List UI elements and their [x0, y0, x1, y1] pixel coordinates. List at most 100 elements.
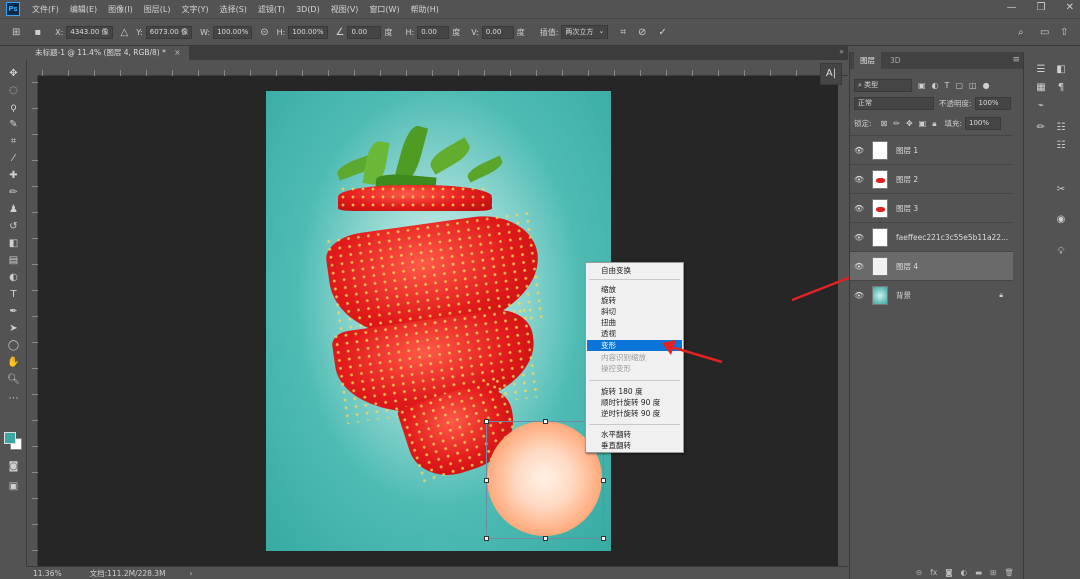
menu-item-scale[interactable]: 缩放: [587, 284, 682, 295]
menu-3d[interactable]: 3D(D): [296, 5, 320, 14]
eraser-tool-icon[interactable]: ◧: [5, 237, 22, 251]
tab-3d[interactable]: 3D: [884, 52, 907, 69]
menu-select[interactable]: 选择(S): [220, 4, 247, 15]
lock-move-icon[interactable]: ✥: [906, 119, 913, 128]
menu-item-distort[interactable]: 扭曲: [587, 317, 682, 328]
lock-transparency-icon[interactable]: ⊠: [881, 119, 888, 128]
transform-handle[interactable]: [484, 478, 489, 483]
menu-help[interactable]: 帮助(H): [411, 4, 439, 15]
close-icon[interactable]: ✕: [1066, 2, 1074, 13]
menu-item-rotate[interactable]: 旋转: [587, 295, 682, 306]
layer-row[interactable]: 👁︎ faeffeec221c3c55e5b11a22...: [850, 222, 1013, 251]
healing-tool-icon[interactable]: ✚: [5, 169, 22, 183]
brush-tool-icon[interactable]: ✏: [5, 186, 22, 200]
menu-edit[interactable]: 编辑(E): [70, 4, 97, 15]
menu-item-rotate-90-ccw[interactable]: 逆时针旋转 90 度: [587, 408, 682, 419]
menu-view[interactable]: 视图(V): [331, 4, 359, 15]
eyedropper-tool-icon[interactable]: ⁄: [5, 152, 22, 166]
properties-icon[interactable]: ☷: [1054, 122, 1068, 134]
screen-mode-icon[interactable]: ▣: [5, 480, 22, 494]
collapse-panel-icon[interactable]: »: [839, 47, 844, 56]
menu-image[interactable]: 图像(I): [108, 4, 133, 15]
zoom-level[interactable]: 11.36%: [33, 569, 62, 578]
history-icon[interactable]: ☰: [1034, 64, 1048, 76]
visibility-eye-icon[interactable]: 👁︎: [850, 175, 868, 184]
add-mask-icon[interactable]: ◙: [945, 568, 952, 577]
menu-window[interactable]: 窗口(W): [369, 4, 399, 15]
filter-smart-icon[interactable]: ◫: [969, 81, 977, 90]
link-icon[interactable]: ⊝: [260, 27, 268, 38]
menu-item-rotate-90-cw[interactable]: 顺时针旋转 90 度: [587, 397, 682, 408]
trash-icon[interactable]: 🗑︎: [1004, 568, 1014, 577]
transform-handle[interactable]: [484, 536, 489, 541]
brush-settings-icon[interactable]: ✏: [1034, 122, 1048, 134]
paths-icon[interactable]: ⌁: [1034, 100, 1048, 112]
reference-point-icon[interactable]: ▪: [34, 27, 41, 38]
marquee-tool-icon[interactable]: ◌: [5, 84, 22, 98]
filter-pixel-icon[interactable]: ▣: [918, 81, 926, 90]
history-brush-icon[interactable]: ↺: [5, 220, 22, 234]
interpolation-select[interactable]: 两次立方: [561, 25, 609, 39]
visibility-eye-icon[interactable]: 👁︎: [850, 204, 868, 213]
layer-row[interactable]: 👁︎ 图层 1: [850, 135, 1013, 164]
type-tool-icon[interactable]: T: [5, 288, 22, 302]
commit-transform-icon[interactable]: ✓: [658, 27, 666, 38]
channels-icon[interactable]: ◉: [1054, 214, 1068, 226]
hskew-field[interactable]: 0.00: [417, 25, 450, 39]
status-expand-icon[interactable]: ›: [190, 569, 193, 578]
visibility-eye-icon[interactable]: 👁︎: [850, 146, 868, 155]
h-field[interactable]: 100.00%: [288, 25, 328, 39]
crop-tool-icon[interactable]: ⌗: [5, 135, 22, 149]
workspace-icon[interactable]: ▭: [1040, 27, 1049, 38]
layer-row[interactable]: 👁︎ 图层 2: [850, 164, 1013, 193]
paragraph-icon[interactable]: ¶: [1054, 82, 1068, 94]
restore-icon[interactable]: ❐: [1037, 2, 1046, 13]
warp-mode-icon[interactable]: ⌗: [620, 27, 626, 38]
visibility-eye-icon[interactable]: 👁︎: [850, 233, 868, 242]
panel-menu-icon[interactable]: ≡: [1012, 55, 1020, 65]
document-tab[interactable]: 未标题-1 @ 11.4% (图层 4, RGB/8) * ×: [27, 46, 189, 60]
transform-tool-icon[interactable]: ⊞: [12, 27, 20, 38]
transform-handle[interactable]: [601, 536, 606, 541]
filter-type-icon[interactable]: T: [945, 81, 950, 90]
pen-tool-icon[interactable]: ✒: [5, 305, 22, 319]
foreground-color-swatch[interactable]: [4, 432, 16, 444]
transform-handle[interactable]: [543, 536, 548, 541]
adjustment-layer-icon[interactable]: ◐: [961, 568, 968, 577]
layer-filter-select[interactable]: ⌕ 类型: [854, 79, 912, 92]
layer-row[interactable]: 👁︎ 图层 3: [850, 193, 1013, 222]
menu-item-flip-vertical[interactable]: 垂直翻转: [587, 440, 682, 451]
adjustments-icon[interactable]: ☷: [1054, 140, 1068, 152]
menu-item-warp[interactable]: 变形: [587, 340, 682, 351]
minimize-icon[interactable]: —: [1007, 2, 1017, 13]
opacity-field[interactable]: 100%: [974, 97, 1011, 110]
lock-all-icon[interactable]: 🔒︎: [932, 119, 936, 129]
swatches-icon[interactable]: ▦: [1034, 82, 1048, 94]
y-field[interactable]: 6073.00 像: [145, 25, 192, 39]
x-field[interactable]: 4343.00 像: [66, 25, 113, 39]
blend-mode-select[interactable]: 正常: [854, 97, 934, 110]
layer-row[interactable]: 👁︎ 背景 🔒︎: [850, 280, 1013, 309]
canvas-area[interactable]: [38, 76, 838, 566]
filter-shape-icon[interactable]: ▢: [955, 81, 963, 90]
menu-file[interactable]: 文件(F): [32, 4, 59, 15]
zoom-tool-icon[interactable]: 🔍︎: [5, 373, 22, 387]
color-icon[interactable]: ◧: [1054, 64, 1068, 76]
menu-filter[interactable]: 滤镜(T): [258, 4, 285, 15]
cancel-transform-icon[interactable]: ⊘: [638, 27, 646, 38]
close-tab-icon[interactable]: ×: [174, 48, 180, 57]
transform-handle[interactable]: [543, 419, 548, 424]
vskew-field[interactable]: 0.00: [481, 25, 514, 39]
lock-paint-icon[interactable]: ✏: [893, 119, 900, 128]
filter-adjust-icon[interactable]: ◐: [932, 81, 939, 90]
link-layers-icon[interactable]: ⊝: [916, 568, 922, 577]
layer-row-selected[interactable]: 👁︎ 图层 4: [850, 251, 1013, 280]
fill-field[interactable]: 100%: [965, 117, 1001, 130]
ai-assist-button[interactable]: A|: [820, 63, 842, 85]
stamp-tool-icon[interactable]: ♟: [5, 203, 22, 217]
more-tools-icon[interactable]: ⋯: [5, 392, 22, 406]
transform-handle[interactable]: [601, 478, 606, 483]
delta-icon[interactable]: △: [121, 27, 129, 38]
path-select-tool-icon[interactable]: ➤: [5, 322, 22, 336]
gradient-tool-icon[interactable]: ▤: [5, 254, 22, 268]
